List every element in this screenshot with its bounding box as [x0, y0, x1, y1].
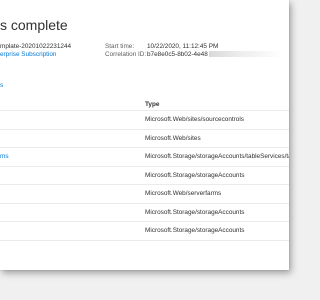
deployment-name: mplate-20201022231244: [0, 43, 72, 50]
table-row: Microsoft.Storage/storageAccounts: [0, 202, 289, 222]
table-row: Microsoft.Web/sites: [0, 128, 289, 148]
start-time-value: 10/22/2020, 11:12:45 PM: [147, 43, 219, 50]
resource-type: Microsoft.Storage/storageAccounts: [145, 208, 245, 216]
resource-table: Microsoft.Web/sites/sourcecontrols Micro…: [0, 110, 289, 241]
resource-type: Microsoft.Storage/storageAccounts: [145, 227, 245, 234]
correlation-id: Correlation ID:b7e8e0c5-8b02-4e48: [105, 51, 281, 58]
resource-type: Microsoft.Storage/storageAccounts/tableS…: [145, 153, 289, 160]
table-row: Microsoft.Web/serverfarms: [0, 184, 289, 203]
table-row: Microsoft.Storage/storageAccounts: [0, 165, 289, 185]
resource-type: Microsoft.Web/serverfarms: [145, 190, 222, 197]
redacted-correlation-suffix: [208, 51, 281, 58]
type-column-header[interactable]: Type: [145, 101, 159, 108]
page-title: s complete: [0, 17, 68, 33]
table-row: Microsoft.Web/sites/sourcecontrols: [0, 110, 289, 129]
start-time: Start time: 10/22/2020, 11:12:45 PM: [105, 43, 218, 50]
correlation-id-label: Correlation ID:: [105, 51, 147, 58]
resources-link[interactable]: s: [0, 82, 3, 89]
resource-type: Microsoft.Web/sites/sourcecontrols: [145, 116, 244, 123]
resource-type: Microsoft.Storage/storageAccounts: [145, 171, 245, 179]
resource-type: Microsoft.Web/sites: [145, 134, 201, 142]
table-row: ms Microsoft.Storage/storageAccounts/tab…: [0, 147, 289, 166]
subscription-link[interactable]: erprise Subscription: [0, 51, 56, 58]
deployment-overview-panel: s complete mplate-20201022231244 erprise…: [0, 0, 289, 270]
table-row: Microsoft.Storage/storageAccounts: [0, 221, 289, 241]
start-time-label: Start time:: [105, 43, 135, 50]
resource-name-link[interactable]: ms: [0, 153, 9, 160]
correlation-id-value: b7e8e0c5-8b02-4e48: [147, 51, 208, 58]
